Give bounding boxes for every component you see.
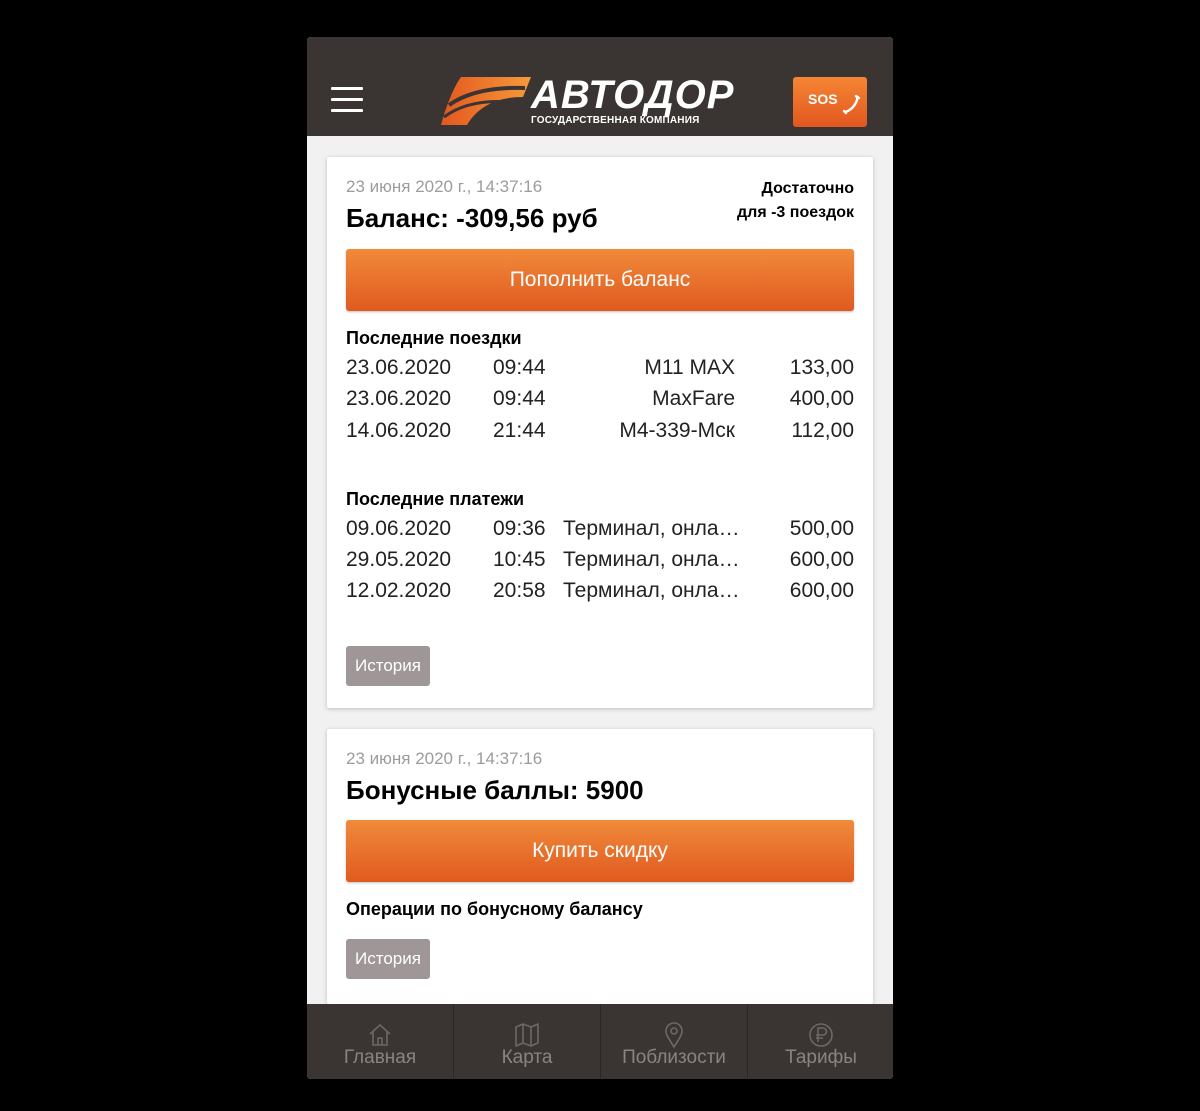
tab-map[interactable]: Карта <box>453 1004 600 1079</box>
avtodor-logo: АВТОДОР ГОСУДАРСТВЕННАЯ КОМПАНИЯ <box>439 73 769 129</box>
logo-road-icon <box>441 77 531 125</box>
trip-row: 23.06.2020 09:44 MaxFare 400,00 <box>346 387 854 415</box>
payment-source: Терминал, онлайн <box>563 548 741 571</box>
bonus-timestamp: 23 июня 2020 г., 14:37:16 <box>346 749 543 768</box>
logo-wordmark: АВТОДОР <box>531 73 735 117</box>
tab-label: Главная <box>343 1047 417 1068</box>
payment-date: 29.05.2020 <box>346 548 452 571</box>
bottom-tab-bar: Главная Карта Поблизости Тарифы <box>307 1004 893 1079</box>
balance-trips-left: Достаточно для -3 поездок <box>737 177 854 225</box>
payment-row: 09.06.2020 09:36 Терминал, онлайн 500,00 <box>346 517 854 545</box>
trip-time: 09:44 <box>493 356 546 379</box>
trip-row: 23.06.2020 09:44 M11 MAX 133,00 <box>346 356 854 384</box>
tab-nearby[interactable]: Поблизости <box>600 1004 747 1079</box>
tab-home[interactable]: Главная <box>307 1004 453 1079</box>
payment-row: 29.05.2020 10:45 Терминал, онлайн 600,00 <box>346 548 854 576</box>
balance-card: 23 июня 2020 г., 14:37:16 Баланс: -309,5… <box>327 157 873 708</box>
tab-label: Тарифы <box>785 1047 857 1068</box>
trip-row: 14.06.2020 21:44 M4-339-Мск 112,00 <box>346 419 854 447</box>
payment-source: Терминал, онлайн <box>563 517 741 540</box>
tab-label: Поблизости <box>622 1047 726 1068</box>
trip-route: M4-339-Мск <box>619 419 735 442</box>
trip-time: 21:44 <box>493 419 546 442</box>
balance-title: Баланс: -309,56 руб <box>346 203 598 233</box>
bonus-operations-title: Операции по бонусному балансу <box>346 899 643 919</box>
trip-time: 09:44 <box>493 387 546 410</box>
payment-date: 12.02.2020 <box>346 579 452 602</box>
payment-time: 09:36 <box>493 517 546 540</box>
enough-line2: для -3 поездок <box>737 204 854 221</box>
tab-label: Карта <box>501 1047 553 1068</box>
trip-amount: 133,00 <box>789 356 854 379</box>
payment-amount: 600,00 <box>789 579 854 602</box>
payment-amount: 600,00 <box>789 548 854 571</box>
logo-subtitle: ГОСУДАРСТВЕННАЯ КОМПАНИЯ <box>531 115 700 126</box>
balance-history-button[interactable]: История <box>346 646 430 686</box>
sos-label: SOS <box>808 91 838 107</box>
payment-row: 12.02.2020 20:58 Терминал, онлайн 600,00 <box>346 579 854 607</box>
trip-date: 14.06.2020 <box>346 419 452 442</box>
payment-amount: 500,00 <box>789 517 854 540</box>
enough-line1: Достаточно <box>761 180 854 197</box>
tab-tariffs[interactable]: Тарифы <box>747 1004 893 1079</box>
recent-trips-title: Последние поездки <box>346 328 522 348</box>
trip-route: M11 MAX <box>644 356 735 379</box>
trip-route: MaxFare <box>652 387 735 410</box>
bonus-title: Бонусные баллы: 5900 <box>346 775 644 805</box>
sos-button[interactable]: SOS <box>793 77 867 127</box>
trip-amount: 112,00 <box>791 419 854 442</box>
payment-time: 10:45 <box>493 548 546 571</box>
payment-time: 20:58 <box>493 579 546 602</box>
phone-icon <box>842 95 861 115</box>
recent-payments-title: Последние платежи <box>346 489 525 509</box>
app-screen: АВТОДОР ГОСУДАРСТВЕННАЯ КОМПАНИЯ SOS 23 … <box>307 37 893 1079</box>
buy-discount-button[interactable]: Купить скидку <box>346 820 854 882</box>
top-bar: АВТОДОР ГОСУДАРСТВЕННАЯ КОМПАНИЯ SOS <box>307 37 893 136</box>
payment-date: 09.06.2020 <box>346 517 452 540</box>
main-content: 23 июня 2020 г., 14:37:16 Баланс: -309,5… <box>307 136 893 1004</box>
trip-date: 23.06.2020 <box>346 387 452 410</box>
topup-balance-button[interactable]: Пополнить баланс <box>346 249 854 311</box>
bonus-card: 23 июня 2020 г., 14:37:16 Бонусные баллы… <box>327 729 873 1004</box>
balance-timestamp: 23 июня 2020 г., 14:37:16 <box>346 177 543 196</box>
payment-source: Терминал, онлайн <box>563 579 741 602</box>
hamburger-menu-icon[interactable] <box>331 87 365 115</box>
trip-amount: 400,00 <box>789 387 854 410</box>
bonus-history-button[interactable]: История <box>346 939 430 979</box>
trip-date: 23.06.2020 <box>346 356 452 379</box>
